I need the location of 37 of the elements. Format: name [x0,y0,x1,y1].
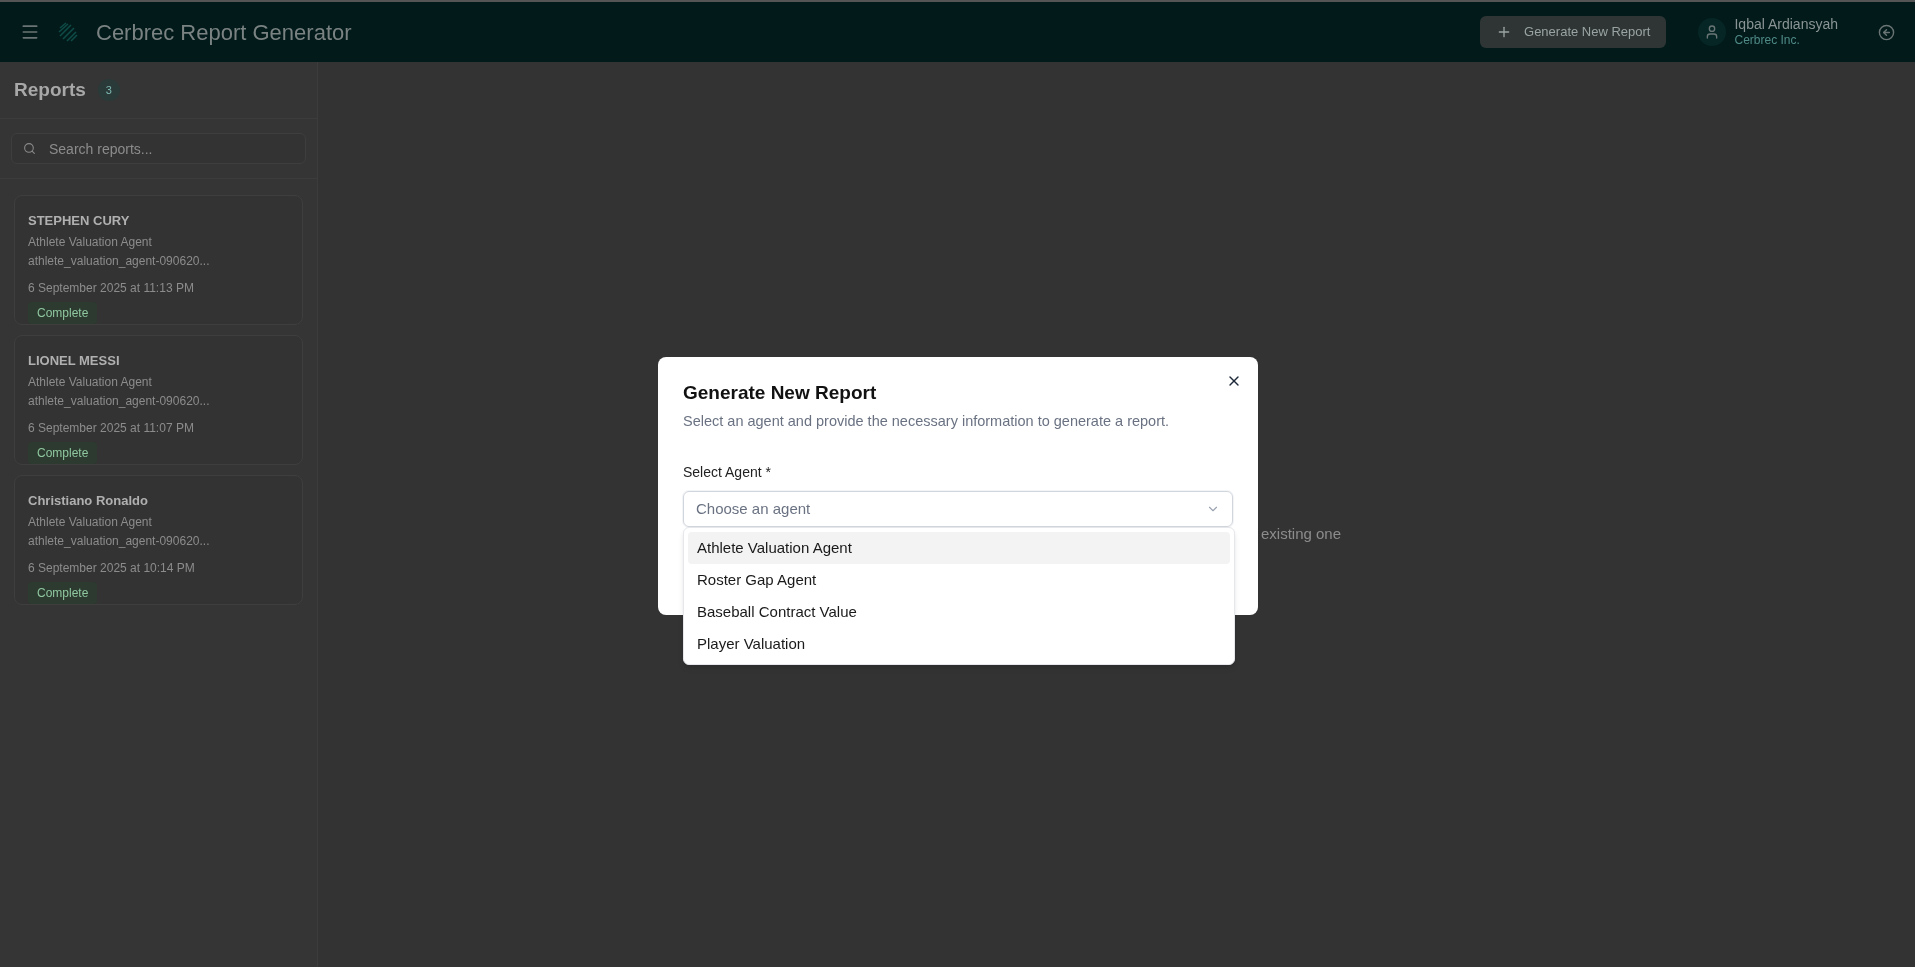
agent-select[interactable]: Choose an agent [683,491,1233,528]
logout-icon[interactable] [1878,23,1895,41]
report-card[interactable]: STEPHEN CURY Athlete Valuation Agent athlete_valuation_agent-090620... 6 September 2025 at 11:13 PM Complete [14,195,303,325]
report-date: 6 September 2025 at 10:14 PM [28,559,195,577]
status-badge: Complete [28,301,98,324]
menu-icon[interactable] [20,22,40,42]
report-date: 6 September 2025 at 11:07 PM [28,419,194,437]
report-date: 6 September 2025 at 11:13 PM [28,279,194,297]
report-name: LIONEL MESSI [28,352,120,370]
search-icon [23,142,36,155]
report-name: STEPHEN CURY [28,212,130,230]
search-field[interactable]: Search reports... [11,133,306,164]
logo-icon [56,20,80,44]
dialog-description: Select an agent and provide the necessary information to generate a report. [683,411,1170,431]
app-title: Cerbrec Report Generator [96,18,352,47]
status-badge: Complete [28,441,98,464]
user-name: Iqbal Ardiansyah [1734,15,1838,34]
status-badge: Complete [28,581,98,604]
agent-name: Athlete Valuation Agent [28,513,152,531]
report-id: athlete_valuation_agent-090620... [28,252,210,270]
empty-state-text: existing one [1261,524,1342,544]
new-report-button[interactable]: Generate New Report [1480,16,1667,48]
report-card[interactable]: LIONEL MESSI Athlete Valuation Agent athlete_valuation_agent-090620... 6 September 2025 at 11:07 PM Complete [14,335,303,465]
report-id: athlete_valuation_agent-090620... [28,532,210,550]
agent-name: Athlete Valuation Agent [28,233,152,251]
organization-name: Cerbrec Inc. [1734,33,1801,49]
dropdown-option[interactable]: Athlete Valuation Agent [688,532,1230,564]
report-id: athlete_valuation_agent-090620... [28,392,210,410]
agent-name: Athlete Valuation Agent [28,373,152,391]
report-card[interactable]: Christiano Ronaldo Athlete Valuation Agent athlete_valuation_agent-090620... 6 September 2025 at 10:14 PM Complete [14,475,303,605]
dialog-title: Generate New Report [683,381,877,405]
count-badge: 3 [97,79,120,101]
sidebar-title: Reports [14,77,86,102]
report-name: Christiano Ronaldo [28,492,148,510]
avatar-icon[interactable] [1698,18,1727,46]
field-label: Select Agent * [683,463,771,483]
plus-icon [1496,24,1512,40]
